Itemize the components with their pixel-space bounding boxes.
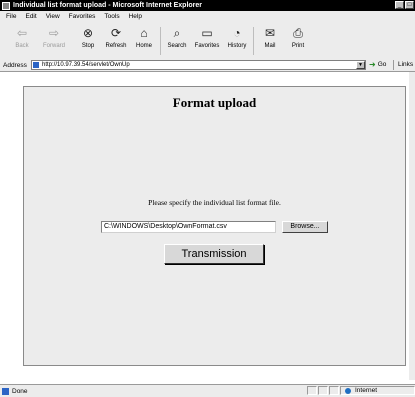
status-bar: Done Internet bbox=[0, 384, 415, 397]
mail-label: Mail bbox=[264, 43, 276, 49]
go-button[interactable]: ➜ Go bbox=[369, 60, 386, 69]
status-pane bbox=[307, 386, 317, 395]
favorites-button[interactable]: ▭ Favorites bbox=[193, 24, 221, 57]
home-button[interactable]: ⌂ Home bbox=[130, 24, 158, 57]
status-panes bbox=[307, 386, 339, 395]
go-arrow-icon: ➜ bbox=[369, 60, 376, 69]
title-bar: Individual list format upload - Microsof… bbox=[0, 0, 415, 11]
menu-help[interactable]: Help bbox=[129, 13, 142, 20]
browser-window: Individual list format upload - Microsof… bbox=[0, 0, 415, 397]
address-dropdown-button[interactable]: ▼ bbox=[356, 61, 365, 69]
file-path-input[interactable]: C:\WINDOWS\Desktop\OwnFormat.csv bbox=[101, 221, 276, 233]
stop-button[interactable]: ⊗ Stop bbox=[74, 24, 102, 57]
mail-icon: ✉ bbox=[264, 26, 276, 40]
history-label: History bbox=[227, 43, 247, 49]
forward-label: Forward bbox=[42, 43, 65, 49]
favorites-label: Favorites bbox=[194, 43, 220, 49]
address-url: http://10.97.39.54/servlet/OwnUp bbox=[42, 62, 130, 68]
search-icon: ⌕ bbox=[173, 25, 181, 40]
back-label: Back bbox=[15, 43, 29, 49]
status-pane bbox=[329, 386, 339, 395]
zone-label: Internet bbox=[355, 387, 378, 394]
toolbar-separator bbox=[253, 27, 254, 55]
links-button[interactable]: Links bbox=[393, 60, 413, 70]
forward-arrow-icon: ⇨ bbox=[48, 26, 60, 40]
page-content: Format upload Please specify the individ… bbox=[0, 72, 415, 380]
home-label: Home bbox=[135, 43, 152, 49]
forward-button[interactable]: ⇨ Forward bbox=[40, 24, 68, 57]
ie-app-icon bbox=[2, 1, 10, 10]
toolbar-separator bbox=[160, 27, 161, 55]
stop-label: Stop bbox=[81, 43, 95, 49]
menu-favorites[interactable]: Favorites bbox=[69, 13, 96, 20]
back-button[interactable]: ⇦ Back bbox=[8, 24, 36, 57]
menu-view[interactable]: View bbox=[46, 13, 60, 20]
maximize-button[interactable]: □ bbox=[405, 1, 414, 9]
search-button[interactable]: ⌕ Search bbox=[163, 24, 191, 57]
stop-icon: ⊗ bbox=[82, 26, 94, 40]
menu-edit[interactable]: Edit bbox=[25, 13, 36, 20]
status-text: Done bbox=[12, 387, 28, 395]
refresh-icon: ⟳ bbox=[110, 26, 122, 40]
menu-file[interactable]: File bbox=[6, 13, 16, 20]
content-right-edge bbox=[409, 72, 415, 380]
page-title: Format upload bbox=[172, 95, 257, 110]
refresh-button[interactable]: ⟳ Refresh bbox=[102, 24, 130, 57]
back-arrow-icon: ⇦ bbox=[16, 26, 28, 40]
home-icon: ⌂ bbox=[140, 26, 148, 40]
menu-tools[interactable]: Tools bbox=[104, 13, 119, 20]
print-icon: ⎙ bbox=[293, 25, 303, 40]
security-zone: Internet bbox=[340, 386, 415, 395]
status-page-icon bbox=[2, 387, 9, 395]
refresh-label: Refresh bbox=[105, 43, 127, 49]
instruction-text: Please specify the individual list forma… bbox=[148, 198, 281, 207]
mail-button[interactable]: ✉ Mail bbox=[256, 24, 284, 57]
window-title: Individual list format upload - Microsof… bbox=[13, 2, 203, 9]
browse-button[interactable]: Browse... bbox=[282, 221, 328, 233]
history-button[interactable]: ◔ History bbox=[223, 24, 251, 57]
window-controls: _ □ bbox=[395, 1, 414, 9]
globe-icon bbox=[345, 387, 351, 394]
upload-panel: Format upload Please specify the individ… bbox=[23, 86, 406, 366]
search-label: Search bbox=[167, 43, 187, 49]
address-label: Address bbox=[3, 61, 27, 69]
history-icon: ◔ bbox=[233, 26, 241, 40]
minimize-button[interactable]: _ bbox=[395, 1, 404, 9]
print-label: Print bbox=[291, 43, 305, 49]
address-bar: Address http://10.97.39.54/servlet/OwnUp… bbox=[0, 59, 415, 72]
print-button[interactable]: ⎙ Print bbox=[284, 24, 312, 57]
address-input[interactable]: http://10.97.39.54/servlet/OwnUp bbox=[31, 60, 366, 70]
page-icon bbox=[33, 62, 39, 68]
favorites-icon: ▭ bbox=[201, 26, 213, 40]
standard-toolbar: ⇦ Back ⇨ Forward ⊗ Stop ⟳ Refresh ⌂ Home… bbox=[0, 22, 415, 60]
go-label: Go bbox=[377, 61, 387, 68]
transmission-button[interactable]: Transmission bbox=[164, 244, 264, 264]
status-pane bbox=[318, 386, 328, 395]
